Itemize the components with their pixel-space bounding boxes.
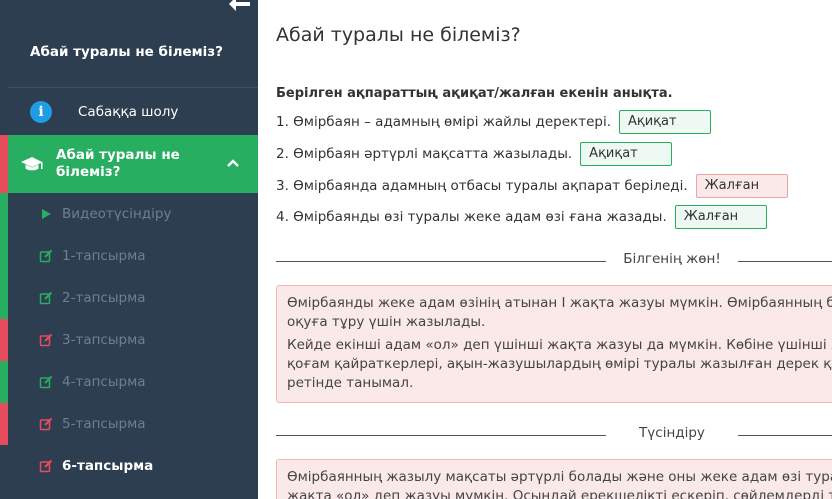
edit-icon <box>38 248 54 264</box>
lesson-item-label: 3-тапсырма <box>62 332 146 348</box>
lesson-item-label: Видеотүсіндіру <box>62 206 172 222</box>
divider-line <box>276 435 606 436</box>
question-text: 4. Өмірбаянды өзі туралы жеке адам өзі ғ… <box>276 209 667 225</box>
divider-title: Білгенің жөн! <box>623 251 721 267</box>
section-divider: Түсіндіру <box>276 425 832 445</box>
course-title: Абай туралы не білеміз? <box>30 44 223 60</box>
sidebar: Абай туралы не білеміз? i Сабаққа шолу А… <box>0 0 258 499</box>
divider-line <box>276 261 606 262</box>
question-row: 4. Өмірбаянды өзі туралы жеке адам өзі ғ… <box>276 205 767 229</box>
question-row: 3. Өмірбаянда адамның отбасы туралы ақпа… <box>276 174 788 198</box>
sidebar-section-active[interactable]: Абай туралы не білеміз? <box>8 135 258 193</box>
status-stripe-wrong <box>0 403 8 445</box>
sidebar-item-overview[interactable]: i Сабаққа шолу <box>8 87 258 135</box>
page-title: Абай туралы не білеміз? <box>276 24 521 46</box>
explanation-text: Өмірбаянның жазылу мақсаты әртүрлі болад… <box>287 469 832 485</box>
lesson-list: Видеотүсіндіру 1-тапсырма 2-тапсырма 3-т… <box>8 193 258 487</box>
question-text: 2. Өмірбаян әртүрлі мақсатта жазылады. <box>276 146 573 162</box>
info-text: қоғам қайраткерлері, ақын-жазушылардың ө… <box>287 356 832 372</box>
task-instruction: Берілген ақпараттың ақиқат/жалған екенін… <box>276 86 673 101</box>
main-content: Абай туралы не білеміз? Берілген ақпарат… <box>276 0 832 499</box>
question-row: 1. Өмірбаян – адамның өмірі жайлы дерект… <box>276 110 711 134</box>
section-divider: Білгенің жөн! <box>276 251 832 271</box>
status-stripe-active <box>0 135 8 193</box>
edit-icon <box>38 416 54 432</box>
divider-line <box>738 261 832 262</box>
lesson-item-task-4[interactable]: 4-тапсырма <box>8 361 258 403</box>
status-stripe-done <box>0 193 8 319</box>
sidebar-item-label: Сабаққа шолу <box>78 103 179 120</box>
info-text: Өмірбаянды жеке адам өзінің атынан І жақ… <box>287 295 832 311</box>
chevron-up-icon[interactable] <box>226 156 240 170</box>
question-row: 2. Өмірбаян әртүрлі мақсатта жазылады. А… <box>276 142 673 166</box>
answer-field[interactable]: Жалған <box>674 205 767 229</box>
status-stripe-current <box>0 445 8 499</box>
lesson-item-label: 6-тапсырма <box>62 458 154 474</box>
info-text: ретінде танымал. <box>287 375 414 391</box>
sidebar-header: Абай туралы не білеміз? <box>8 0 258 87</box>
status-stripe-done <box>0 361 8 403</box>
edit-icon <box>38 374 54 390</box>
info-icon: i <box>30 100 52 123</box>
status-stripe-wrong <box>0 319 8 361</box>
lesson-item-video[interactable]: Видеотүсіндіру <box>8 193 258 235</box>
answer-field[interactable]: Ақиқат <box>580 142 673 166</box>
info-text: оқуға тұру үшін жазылады. <box>287 314 486 330</box>
question-text: 3. Өмірбаянда адамның отбасы туралы ақпа… <box>276 178 688 194</box>
info-box: Өмірбаянды жеке адам өзінің атынан І жақ… <box>276 285 832 403</box>
sidebar-edge <box>0 0 8 135</box>
graduation-cap-icon <box>21 157 43 171</box>
question-text: 1. Өмірбаян – адамның өмірі жайлы дерект… <box>276 114 611 130</box>
answer-field[interactable]: Жалған <box>695 174 788 198</box>
lesson-item-label: 4-тапсырма <box>62 374 146 390</box>
lesson-item-task-6[interactable]: 6-тапсырма <box>8 445 258 487</box>
lesson-item-label: 2-тапсырма <box>62 290 146 306</box>
explanation-text: жақта «ол» деп жазуы мүмкін. Осындай ере… <box>287 488 832 499</box>
lesson-item-label: 1-тапсырма <box>62 248 146 264</box>
section-label: Абай туралы не білеміз? <box>56 147 180 180</box>
explanation-box: Өмірбаянның жазылу мақсаты әртүрлі болад… <box>276 459 832 499</box>
lesson-item-task-1[interactable]: 1-тапсырма <box>8 235 258 277</box>
edit-icon <box>38 332 54 348</box>
edit-icon <box>38 458 54 474</box>
edit-icon <box>38 290 54 306</box>
divider-line <box>738 435 832 436</box>
lesson-item-task-2[interactable]: 2-тапсырма <box>8 277 258 319</box>
divider-title: Түсіндіру <box>639 425 705 441</box>
lesson-item-label: 5-тапсырма <box>62 416 146 432</box>
lesson-item-task-5[interactable]: 5-тапсырма <box>8 403 258 445</box>
info-text: Кейде екінші адам «ол» деп үшінші жақта … <box>287 337 832 353</box>
lesson-item-task-3[interactable]: 3-тапсырма <box>8 319 258 361</box>
play-icon <box>38 206 54 222</box>
answer-field[interactable]: Ақиқат <box>618 110 711 134</box>
back-arrow-icon[interactable] <box>228 0 252 14</box>
